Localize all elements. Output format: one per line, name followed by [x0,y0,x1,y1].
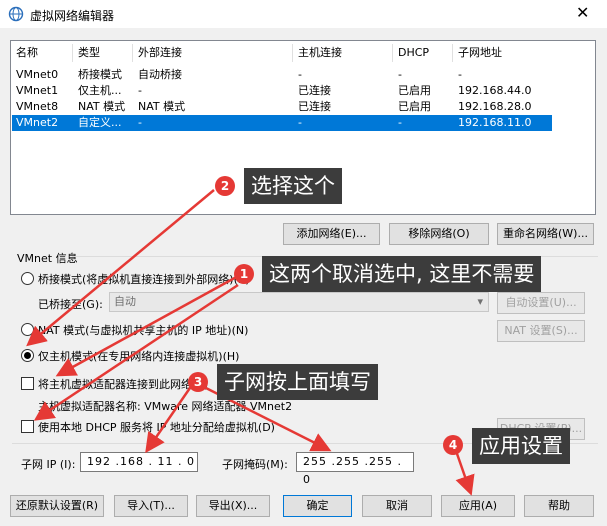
annotation-callout-4: 应用设置 [472,428,570,464]
arrow-3a [145,384,194,454]
arrow-4 [453,447,475,496]
annotation-callout-3: 子网按上面填写 [217,364,378,400]
annotation-callout-2: 选择这个 [244,168,342,204]
arrow-1a [55,273,241,377]
annotation-badge-1: 1 [234,264,254,284]
annotation-callout-1: 这两个取消选中, 这里不需要 [262,256,542,292]
arrow-1b [33,283,239,421]
annotation-badge-3: 3 [188,372,208,392]
annotation-badge-2: 2 [215,176,235,196]
annotation-badge-4: 4 [443,435,463,455]
